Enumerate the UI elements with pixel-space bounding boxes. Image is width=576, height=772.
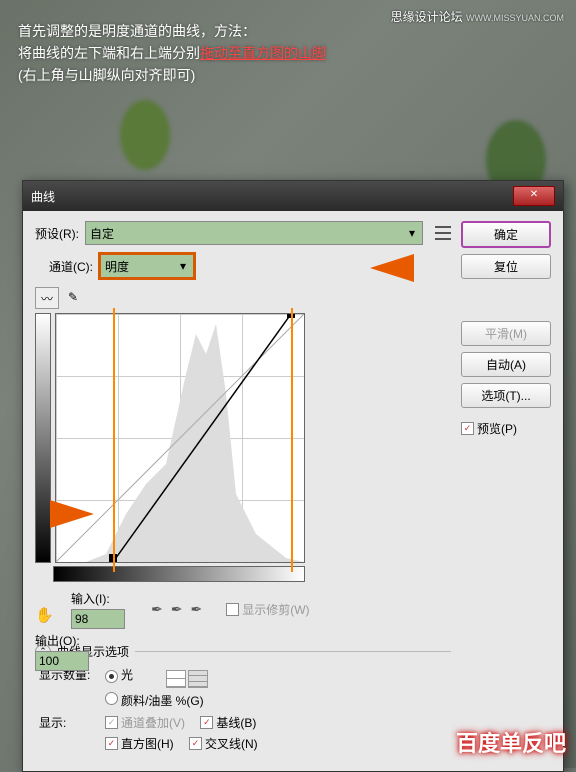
output-field[interactable]: 100 [35, 651, 89, 671]
chevron-down-icon: ▾ [406, 226, 418, 240]
curve-tool-pencil[interactable]: ✎ [62, 287, 84, 307]
input-label: 输入(I): [71, 590, 125, 607]
preset-menu-button[interactable] [435, 226, 451, 240]
eyedropper-group: ✒ ✒ ✒ [151, 601, 202, 618]
smooth-button: 平滑(M) [461, 321, 551, 346]
plant-blur [120, 100, 170, 170]
dialog-title: 曲线 [31, 188, 55, 205]
channel-select[interactable]: 明度▾ [99, 253, 195, 279]
checkbox-icon [226, 603, 239, 616]
grid-size-large[interactable] [188, 670, 208, 688]
channel-label: 通道(C): [49, 258, 93, 275]
guide-line-right [291, 308, 293, 572]
show-clipping-checkbox[interactable]: 显示修剪(W) [226, 601, 309, 618]
eyedropper-white[interactable]: ✒ [190, 601, 202, 618]
radio-ink[interactable] [105, 692, 118, 705]
input-field[interactable]: 98 [71, 609, 125, 629]
chevron-down-icon: ▾ [177, 259, 189, 273]
curve-tool-point[interactable]: 〰 [35, 287, 59, 309]
forum-watermark: 思缘设计论坛 WWW.MISSYUAN.COM [391, 8, 564, 25]
chk-intersect[interactable]: ✓交叉线(N) [189, 735, 258, 752]
show-label: 显示: [39, 714, 99, 731]
preview-checkbox[interactable]: ✓预览(P) [461, 420, 551, 437]
titlebar[interactable]: 曲线 ✕ [23, 181, 563, 211]
reset-button[interactable]: 复位 [461, 254, 551, 279]
output-label: 输出(O): [35, 632, 80, 649]
annotation-text: 首先调整的是明度通道的曲线，方法： 将曲线的左下端和右上端分别拖动至直方图的山脚… [18, 20, 326, 86]
guide-line-left [113, 308, 115, 572]
chk-overlay[interactable]: ✓通道叠加(V) [105, 714, 185, 731]
options-button[interactable]: 选项(T)... [461, 383, 551, 408]
eyedropper-gray[interactable]: ✒ [171, 601, 183, 618]
eyedropper-black[interactable]: ✒ [151, 601, 163, 618]
preset-label: 预设(R): [35, 225, 79, 242]
curve-line [56, 314, 304, 562]
curves-graph[interactable] [55, 313, 305, 563]
chk-histogram[interactable]: ✓直方图(H) [105, 735, 174, 752]
bottom-watermark: 百度单反吧 [456, 726, 566, 758]
hand-tool-icon[interactable]: ✋ [35, 606, 59, 624]
x-axis-gradient [53, 566, 305, 582]
curve-tools: 〰 ✎ [35, 287, 451, 309]
grid-size-small[interactable] [166, 670, 186, 688]
preset-select[interactable]: 自定▾ [85, 221, 423, 245]
chk-baseline[interactable]: ✓基线(B) [200, 714, 256, 731]
auto-button[interactable]: 自动(A) [461, 352, 551, 377]
radio-light[interactable] [105, 670, 118, 683]
y-axis-gradient [35, 313, 51, 563]
close-button[interactable]: ✕ [513, 186, 555, 206]
ok-button[interactable]: 确定 [461, 221, 551, 248]
curves-dialog: 曲线 ✕ 预设(R): 自定▾ 通道(C): 明度▾ 〰 ✎ [22, 180, 564, 772]
